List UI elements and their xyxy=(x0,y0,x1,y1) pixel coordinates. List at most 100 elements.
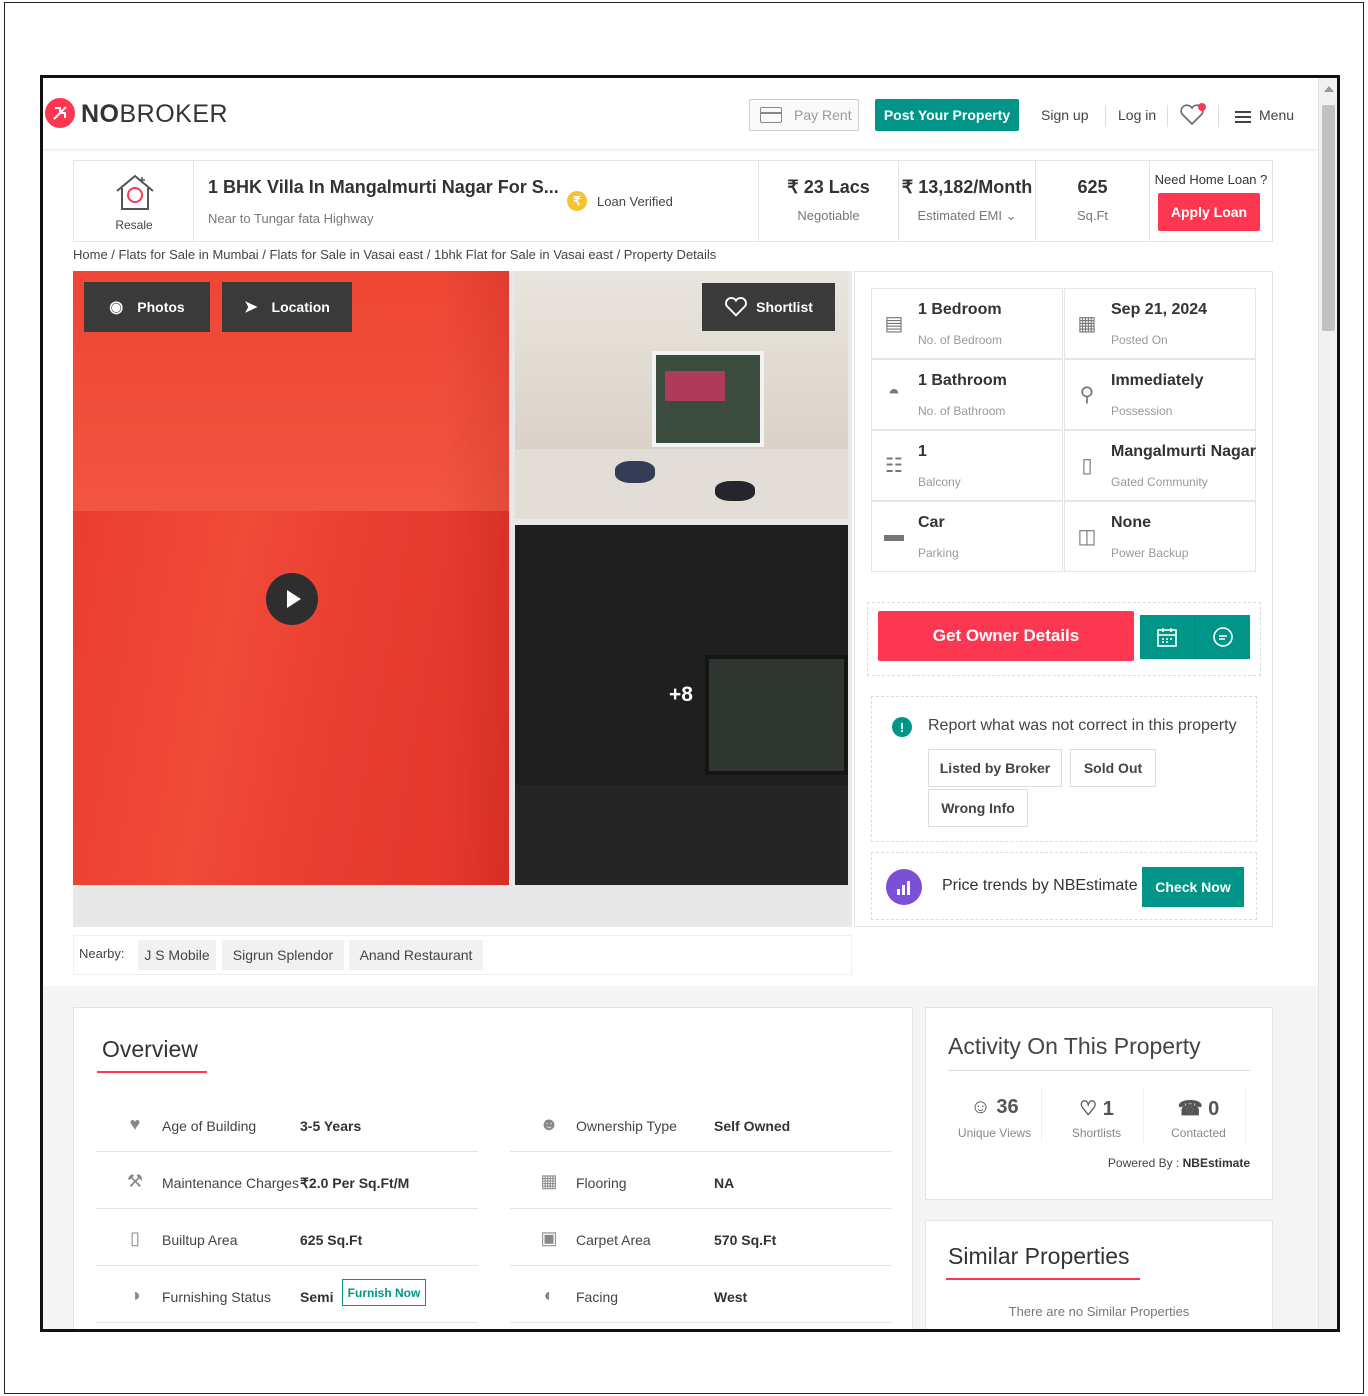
floorplan-icon: ▣ xyxy=(540,1228,558,1248)
photos-button[interactable]: ◉ Photos xyxy=(84,282,210,332)
notification-dot xyxy=(1198,103,1206,111)
area-unit: Sq.Ft xyxy=(1076,208,1109,223)
price-trend-label: Price trends by NBEstimate xyxy=(942,877,1138,894)
top-header: NOBROKER Pay Rent Post Your Property Sig… xyxy=(43,78,1318,150)
detail-cell: ▤ 1 Bedroom No. of Bedroom xyxy=(871,288,1063,359)
activity-stat-label: Contacted xyxy=(1171,1126,1226,1140)
wrong-info-tag[interactable]: Wrong Info xyxy=(928,789,1028,827)
detail-cell: ◫ None Power Backup xyxy=(1064,501,1256,572)
apply-loan-button[interactable]: Apply Loan xyxy=(1158,193,1260,231)
need-home-loan-label: Need Home Loan ? xyxy=(1154,172,1268,187)
emi-label: Estimated EMI xyxy=(917,208,1002,223)
property-location: Near to Tungar fata Highway xyxy=(208,211,374,226)
property-title: 1 BHK Villa In Mangalmurti Nagar For S..… xyxy=(208,177,559,197)
powered-by-label: Powered By : xyxy=(1107,1156,1180,1170)
menu-link[interactable]: Menu xyxy=(1259,107,1294,123)
location-label: Location xyxy=(271,299,330,315)
overview-row: ▦ Flooring NA xyxy=(510,1153,892,1209)
overview-row: ▯ Builtup Area 625 Sq.Ft xyxy=(96,1210,478,1266)
screenshot-canvas: NOBROKER Pay Rent Post Your Property Sig… xyxy=(4,2,1364,1394)
detail-cell: ⚲ Immediately Possession xyxy=(1064,359,1256,430)
overview-card: Overview ♥ Age of Building 3-5 Years ⚒ Maint… xyxy=(73,1007,913,1329)
hamburger-menu-icon[interactable] xyxy=(1235,111,1251,123)
stat-count-value: 36 xyxy=(996,1096,1019,1118)
emi-cell[interactable]: ₹ 13,182/Month Estimated EMI ⌄ xyxy=(899,161,1036,241)
nearby-chip[interactable]: Sigrun Splendor xyxy=(222,940,344,970)
more-photos-count[interactable]: +8 xyxy=(669,683,693,707)
pay-rent-button[interactable]: Pay Rent xyxy=(749,99,859,131)
nobroker-logo-icon[interactable] xyxy=(45,98,75,128)
price-cell: ₹ 23 Lacs Negotiable xyxy=(759,161,899,241)
overview-value: 3-5 Years xyxy=(300,1118,362,1134)
compass-icon: ➤ xyxy=(244,299,258,316)
check-now-button[interactable]: Check Now xyxy=(1142,867,1244,907)
sign-up-link[interactable]: Sign up xyxy=(1041,107,1088,123)
detail-label: Gated Community xyxy=(1111,475,1208,489)
nearby-chip[interactable]: J S Mobile xyxy=(138,940,216,970)
listed-by-broker-tag[interactable]: Listed by Broker xyxy=(928,749,1062,787)
overview-underline xyxy=(97,1071,207,1073)
get-owner-details-button[interactable]: Get Owner Details xyxy=(878,611,1134,661)
location-button[interactable]: ➤ Location xyxy=(222,282,352,332)
brand-logo-text[interactable]: NOBROKER xyxy=(81,100,228,129)
property-page: NOBROKER Pay Rent Post Your Property Sig… xyxy=(43,78,1318,1329)
heart-icon xyxy=(725,297,747,317)
detail-label: Power Backup xyxy=(1111,546,1189,560)
activity-stat-count: ♡ 1 xyxy=(1050,1096,1143,1121)
activity-card: Activity On This Property ☺ 36 Unique Vie… xyxy=(925,1007,1273,1200)
breadcrumb[interactable]: Home / Flats for Sale in Mumbai / Flats … xyxy=(73,247,716,262)
overview-label: Carpet Area xyxy=(576,1232,651,1248)
calendar-icon xyxy=(1157,628,1177,647)
chat-button[interactable] xyxy=(1195,615,1250,659)
activity-stat-label: Unique Views xyxy=(957,1126,1032,1140)
heart-icon: ♡ xyxy=(1079,1098,1098,1120)
property-type-cell: Resale xyxy=(74,161,194,241)
log-in-link[interactable]: Log in xyxy=(1118,107,1156,123)
property-title-cell: 1 BHK Villa In Mangalmurti Nagar For S..… xyxy=(194,161,759,241)
overview-value: Self Owned xyxy=(714,1118,791,1134)
floor-area xyxy=(515,449,848,519)
shortlist-button[interactable]: Shortlist xyxy=(702,283,835,331)
phone-icon: ☎ xyxy=(1177,1098,1203,1120)
activity-stat: ♡ 1 Shortlists xyxy=(1050,1088,1144,1142)
schedule-visit-button[interactable] xyxy=(1140,615,1195,659)
battery-icon: ◫ xyxy=(1077,526,1097,548)
overview-row: ☻ Ownership Type Self Owned xyxy=(510,1096,892,1152)
overview-value: West xyxy=(714,1289,748,1305)
detail-cell: ▦ Sep 21, 2024 Posted On xyxy=(1064,288,1256,359)
home-loan-cell: Need Home Loan ? Apply Loan xyxy=(1150,161,1272,241)
balcony-icon: ☷ xyxy=(885,455,903,477)
detail-value: Car xyxy=(918,514,945,531)
overview-label: Flooring xyxy=(576,1175,627,1191)
vertical-scrollbar[interactable] xyxy=(1318,78,1337,1329)
sofa-icon: ◑ xyxy=(129,1285,141,1305)
powered-by-brand: NBEstimate xyxy=(1182,1156,1250,1170)
main-video-thumbnail[interactable] xyxy=(73,271,509,885)
nav-divider xyxy=(1105,105,1106,127)
activity-stat-count: ☺ 36 xyxy=(948,1096,1041,1119)
window-area xyxy=(705,655,848,775)
overview-value: ₹2.0 Per Sq.Ft/M xyxy=(300,1175,410,1191)
emi-dropdown[interactable]: Estimated EMI ⌄ xyxy=(899,208,1035,224)
detail-value: Mangalmurti Nagar xyxy=(1111,443,1256,460)
furnish-now-button[interactable]: Furnish Now xyxy=(342,1279,426,1306)
report-prompt: Report what was not correct in this prop… xyxy=(928,717,1237,734)
overview-title: Overview xyxy=(102,1036,198,1062)
sold-out-tag[interactable]: Sold Out xyxy=(1070,749,1156,787)
stat-count-value: 0 xyxy=(1208,1098,1220,1120)
building-icon: ▯ xyxy=(130,1228,140,1248)
scroll-up-arrow-icon[interactable] xyxy=(1324,86,1334,92)
emi-value: ₹ 13,182/Month xyxy=(901,177,1033,197)
loan-verified-badge: ₹ Loan Verified xyxy=(567,191,673,211)
detail-value: None xyxy=(1111,514,1151,531)
scroll-thumb[interactable] xyxy=(1322,105,1335,331)
post-property-button[interactable]: Post Your Property xyxy=(875,99,1019,131)
play-icon[interactable] xyxy=(266,573,318,625)
key-icon: ⚲ xyxy=(1079,384,1095,406)
overview-row: ⚒ Maintenance Charges ₹2.0 Per Sq.Ft/M xyxy=(96,1153,478,1209)
report-issue-box: ! Report what was not correct in this pr… xyxy=(871,696,1257,842)
activity-stat-label: Shortlists xyxy=(1071,1126,1122,1140)
detail-label: Balcony xyxy=(918,475,961,489)
nearby-chip[interactable]: Anand Restaurant xyxy=(349,940,483,970)
similar-properties-title: Similar Properties xyxy=(948,1243,1130,1269)
